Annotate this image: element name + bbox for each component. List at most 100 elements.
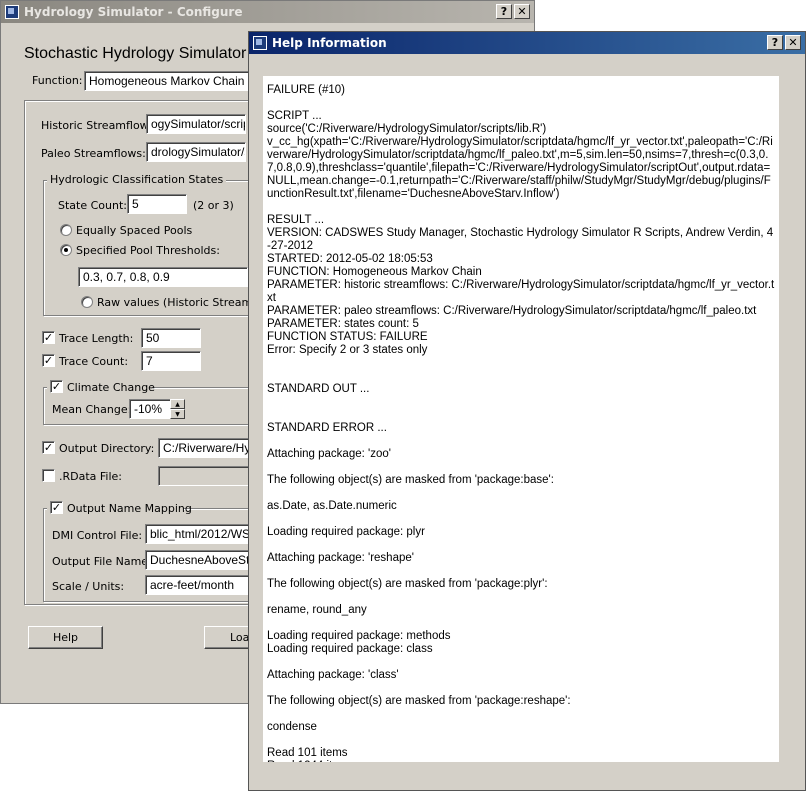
- help-text-line: Loading required package: class: [267, 643, 433, 655]
- trace-length-checkbox[interactable]: ✓: [42, 331, 55, 344]
- help-text-line: [267, 513, 775, 526]
- help-text-line: [267, 656, 775, 669]
- help-text-line: FUNCTION: Homogeneous Markov Chain: [267, 266, 482, 278]
- page-title: Stochastic Hydrology Simulator: [24, 45, 247, 62]
- help-text-line: Attaching package: 'zoo': [267, 448, 391, 460]
- dmi-control-field[interactable]: blic_html/2012/WS/H: [145, 524, 250, 544]
- historic-streamflows-field[interactable]: ogySimulator/scriptda: [146, 114, 246, 134]
- help-text-line: [267, 435, 775, 448]
- equally-spaced-label: Equally Spaced Pools: [76, 224, 193, 237]
- help-text-line: STARTED: 2012-05-02 18:05:53: [267, 253, 433, 265]
- help-text-line: [267, 539, 775, 552]
- raw-values-label: Raw values (Historic Streamflo: [97, 296, 266, 309]
- help-text-line: VERSION: CADSWES Study Manager, Stochast…: [267, 227, 774, 252]
- function-select[interactable]: Homogeneous Markov Chain: [84, 71, 254, 91]
- help-text-line: as.Date, as.Date.numeric: [267, 500, 397, 512]
- state-count-field[interactable]: 5: [127, 194, 187, 214]
- climate-change-label: Climate Change: [67, 381, 155, 394]
- trace-count-field[interactable]: 7: [141, 351, 201, 371]
- help-text-line: STANDARD ERROR ...: [267, 422, 387, 434]
- specified-thresholds-label: Specified Pool Thresholds:: [76, 244, 220, 257]
- help-text-line: [267, 565, 775, 578]
- output-mapping-checkbox[interactable]: ✓: [50, 501, 63, 514]
- close-icon[interactable]: ✕: [785, 35, 801, 50]
- rdata-label: .RData File:: [59, 470, 123, 483]
- trace-length-label: Trace Length:: [59, 332, 134, 345]
- equally-spaced-radio[interactable]: [60, 224, 72, 236]
- scale-units-field[interactable]: acre-feet/month: [145, 575, 250, 595]
- help-text-line: source('C:/Riverware/HydrologySimulator/…: [267, 123, 547, 135]
- help-text-line: condense: [267, 721, 317, 733]
- help-text-area[interactable]: FAILURE (#10) SCRIPT ... source('C:/Riverw…: [263, 76, 779, 762]
- dmi-label: DMI Control File:: [52, 529, 143, 542]
- rdata-checkbox[interactable]: [42, 469, 55, 482]
- output-dir-checkbox[interactable]: ✓: [42, 441, 55, 454]
- help-text-line: [267, 734, 775, 747]
- help-text-line: Error: Specify 2 or 3 states only: [267, 344, 428, 356]
- state-count-hint: (2 or 3): [193, 199, 234, 212]
- state-count-label: State Count:: [58, 199, 127, 212]
- help-text-line: PARAMETER: states count: 5: [267, 318, 419, 330]
- help-text-line: SCRIPT ...: [267, 110, 322, 122]
- help-titlebar[interactable]: Help Information ? ✕: [249, 32, 805, 54]
- app-icon: [253, 36, 267, 50]
- help-text-line: Read 1244 items: [267, 760, 775, 762]
- function-label: Function:: [32, 74, 83, 87]
- trace-count-label: Trace Count:: [59, 355, 129, 368]
- mean-change-field[interactable]: -10%: [129, 399, 171, 419]
- help-text-line: FAILURE (#10): [267, 84, 345, 96]
- help-text-line: Loading required package: methods: [267, 630, 451, 642]
- help-window-title: Help Information: [272, 36, 387, 50]
- close-icon[interactable]: ✕: [514, 4, 530, 19]
- raw-values-radio[interactable]: [81, 296, 93, 308]
- help-text-line: v_cc_hg(xpath='C:/Riverware/HydrologySim…: [267, 136, 773, 200]
- specified-thresholds-radio[interactable]: [60, 244, 72, 256]
- help-text-line: [267, 591, 775, 604]
- help-text-line: Attaching package: 'class': [267, 669, 399, 681]
- help-text-line: The following object(s) are masked from …: [267, 474, 554, 486]
- help-text-line: RESULT ...: [267, 214, 325, 226]
- help-button[interactable]: Help: [28, 626, 103, 649]
- rdata-field[interactable]: [158, 466, 250, 486]
- help-text-line: [267, 97, 775, 110]
- help-text-line: [267, 487, 775, 500]
- help-text-line: [267, 409, 775, 422]
- paleo-streamflows-field[interactable]: drologySimulator/scr: [146, 142, 246, 162]
- configure-titlebar[interactable]: Hydrology Simulator - Configure ? ✕: [1, 1, 534, 23]
- climate-change-checkbox[interactable]: ✓: [50, 380, 63, 393]
- help-text-line: STANDARD OUT ...: [267, 383, 370, 395]
- output-file-field[interactable]: DuchesneAboveStar: [145, 550, 250, 570]
- help-text-line: Attaching package: 'reshape': [267, 552, 414, 564]
- help-text-line: rename, round_any: [267, 604, 367, 616]
- help-text-line: Read 101 items: [267, 747, 348, 759]
- mean-change-down-button[interactable]: ▼: [170, 409, 185, 419]
- help-text-line: [267, 201, 775, 214]
- paleo-label: Paleo Streamflows:: [41, 147, 146, 160]
- help-text-line: [267, 370, 775, 383]
- help-text-line: The following object(s) are masked from …: [267, 578, 548, 590]
- help-text-line: The following object(s) are masked from …: [267, 695, 571, 707]
- help-title-button[interactable]: ?: [496, 4, 512, 19]
- help-title-button[interactable]: ?: [767, 35, 783, 50]
- classification-group-label: Hydrologic Classification States: [47, 173, 227, 186]
- help-window: Help Information ? ✕ FAILURE (#10) SCRIPT…: [248, 31, 806, 791]
- help-text-line: PARAMETER: paleo streamflows: C:/Riverwa…: [267, 305, 757, 317]
- scale-label: Scale / Units:: [52, 580, 125, 593]
- output-dir-label: Output Directory:: [59, 442, 155, 455]
- help-text-line: [267, 461, 775, 474]
- help-text-line: [267, 682, 775, 695]
- help-text-line: [267, 357, 775, 370]
- help-text-line: [267, 708, 775, 721]
- trace-length-field[interactable]: 50: [141, 328, 201, 348]
- mean-change-up-button[interactable]: ▲: [170, 399, 185, 409]
- trace-count-checkbox[interactable]: ✓: [42, 354, 55, 367]
- help-text-line: [267, 617, 775, 630]
- historic-label: Historic Streamflows:: [41, 119, 159, 132]
- output-dir-field[interactable]: C:/Riverware/Hyd: [158, 438, 250, 458]
- help-text-line: PARAMETER: historic streamflows: C:/Rive…: [267, 279, 775, 304]
- app-icon: [5, 5, 19, 19]
- thresholds-field[interactable]: 0.3, 0.7, 0.8, 0.9: [78, 267, 248, 287]
- output-file-label: Output File Name:: [52, 555, 152, 568]
- output-mapping-label: Output Name Mapping: [67, 502, 192, 515]
- configure-window-title: Hydrology Simulator - Configure: [24, 5, 243, 19]
